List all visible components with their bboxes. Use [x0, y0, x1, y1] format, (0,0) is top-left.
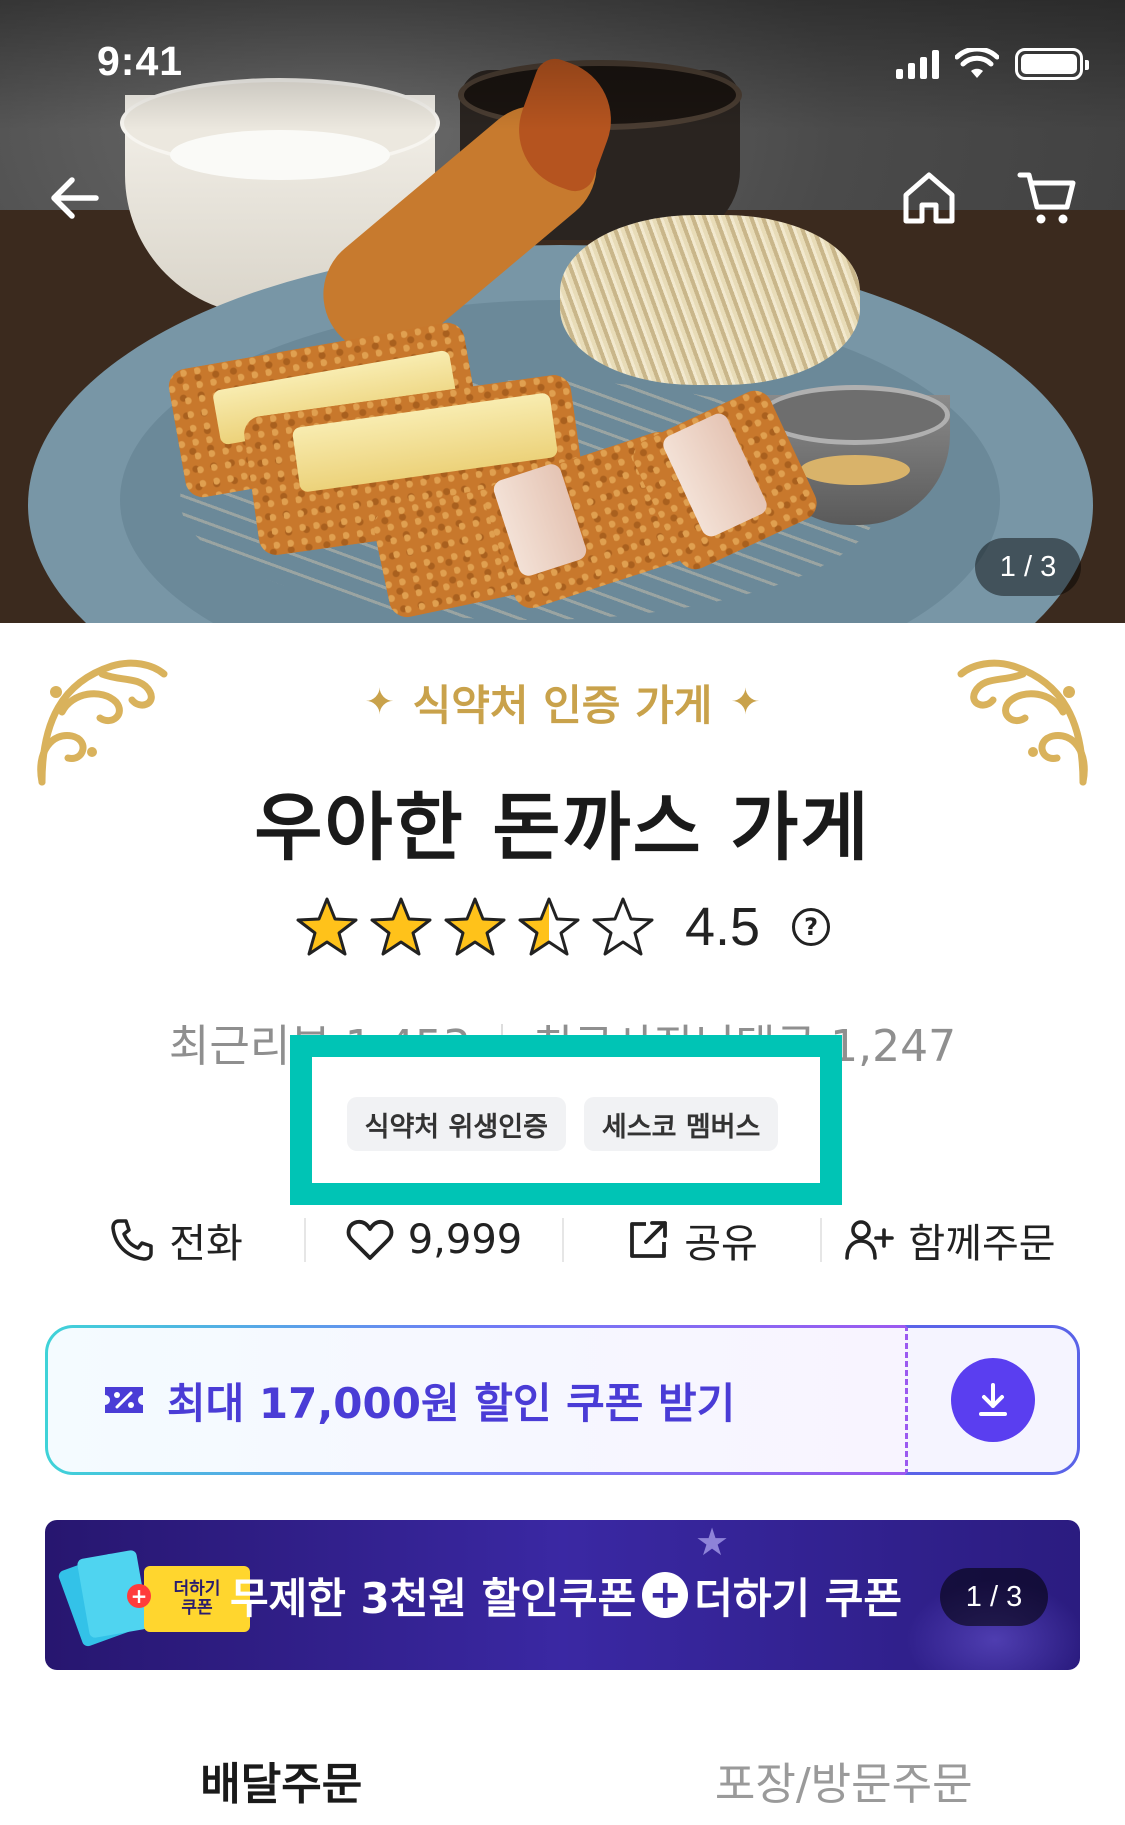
star-full-icon — [444, 897, 506, 956]
coupon-text: 최대 17,000원 할인 쿠폰 받기 — [167, 1378, 736, 1428]
certification-tags: 식약처 위생인증 세스코 멤버스 — [0, 1097, 1125, 1151]
tab-delivery[interactable]: 배달주문 — [0, 1735, 563, 1825]
group-order-button[interactable]: 함께주문 — [822, 1211, 1078, 1269]
group-order-label: 함께주문 — [908, 1221, 1056, 1267]
help-icon[interactable]: ? — [792, 908, 831, 946]
rice — [170, 130, 390, 180]
plus-badge-icon: + — [127, 1584, 151, 1608]
rating-value: 4.5 — [684, 897, 761, 957]
coupon-info[interactable]: 최대 17,000원 할인 쿠폰 받기 — [45, 1325, 905, 1475]
status-time: 9:41 — [97, 38, 184, 84]
plus-circle-icon: + — [642, 1572, 689, 1618]
hero-image[interactable]: 9:41 1 / 3 — [0, 0, 1125, 623]
call-label: 전화 — [169, 1221, 243, 1267]
rating-row[interactable]: 4.5 ? — [0, 895, 1125, 959]
cart-icon — [1017, 172, 1076, 224]
star-empty-icon — [592, 897, 654, 956]
home-icon — [903, 172, 955, 224]
home-button[interactable] — [893, 162, 965, 234]
banner-text-part1: 무제한 3천원 할인쿠폰 — [230, 1573, 637, 1623]
like-count: 9,999 — [407, 1217, 523, 1263]
heart-icon — [346, 1219, 394, 1260]
percent-coupon-icon — [105, 1387, 143, 1413]
owner-replies-count: 1,247 — [830, 1021, 957, 1072]
image-counter: 1 / 3 — [975, 538, 1081, 596]
cart-button[interactable] — [1012, 162, 1084, 234]
banner-text-part2: 더하기 쿠폰 — [694, 1573, 903, 1623]
promo-banner[interactable]: ★ 더하기 쿠폰 + 무제한 3천원 할인쿠폰 + 더하기 쿠폰 1 / 3 — [45, 1520, 1080, 1670]
battery-icon — [1015, 48, 1089, 80]
status-icons — [896, 48, 1089, 80]
sauce — [800, 455, 910, 485]
share-button[interactable]: 공유 — [564, 1211, 820, 1269]
download-button[interactable] — [950, 1358, 1035, 1442]
store-name: 우아한 돈까스 가게 — [254, 785, 871, 871]
ticket-label-bottom: 쿠폰 — [181, 1598, 213, 1618]
share-label: 공유 — [684, 1221, 758, 1267]
banner-text: 무제한 3천원 할인쿠폰 + 더하기 쿠폰 — [230, 1520, 902, 1670]
tag-hygiene[interactable]: 식약처 위생인증 — [346, 1097, 566, 1151]
star-full-icon — [370, 897, 432, 956]
back-button[interactable] — [38, 162, 110, 234]
phone-icon — [111, 1219, 153, 1261]
order-type-tabs: 배달주문 포장/방문주문 — [0, 1735, 1125, 1825]
ticket-label-top: 더하기 — [173, 1579, 221, 1600]
tag-cesco[interactable]: 세스코 멤버스 — [583, 1097, 779, 1151]
certification-title: ✦ 식약처 인증 가게 ✦ — [0, 672, 1125, 733]
wifi-icon — [955, 48, 999, 78]
sparkle-icon: ✦ — [730, 682, 761, 723]
signal-icon — [896, 49, 939, 79]
add-person-icon — [845, 1220, 895, 1260]
coupon-download[interactable]: 최대 17,000원 할인 쿠폰 받기 — [45, 1325, 1080, 1475]
sparkle-icon: ✦ — [364, 682, 395, 723]
shredded-cabbage — [560, 215, 860, 385]
star-full-icon — [296, 897, 358, 956]
action-bar: 전화 9,999 공유 함께주문 — [48, 1200, 1078, 1280]
call-button[interactable]: 전화 — [48, 1211, 304, 1269]
like-button[interactable]: 9,999 — [306, 1217, 562, 1263]
share-icon — [630, 1221, 668, 1258]
banner-pager: 1 / 3 — [940, 1568, 1048, 1626]
tab-pickup[interactable]: 포장/방문주문 — [563, 1735, 1125, 1825]
certification-title-text: 식약처 인증 가게 — [412, 681, 713, 730]
star-half-icon — [518, 897, 580, 956]
arrow-left-icon — [51, 177, 99, 219]
download-icon — [978, 1383, 1007, 1416]
coupon-download-button[interactable] — [905, 1325, 1080, 1475]
sauce-cup-rim — [760, 385, 950, 445]
